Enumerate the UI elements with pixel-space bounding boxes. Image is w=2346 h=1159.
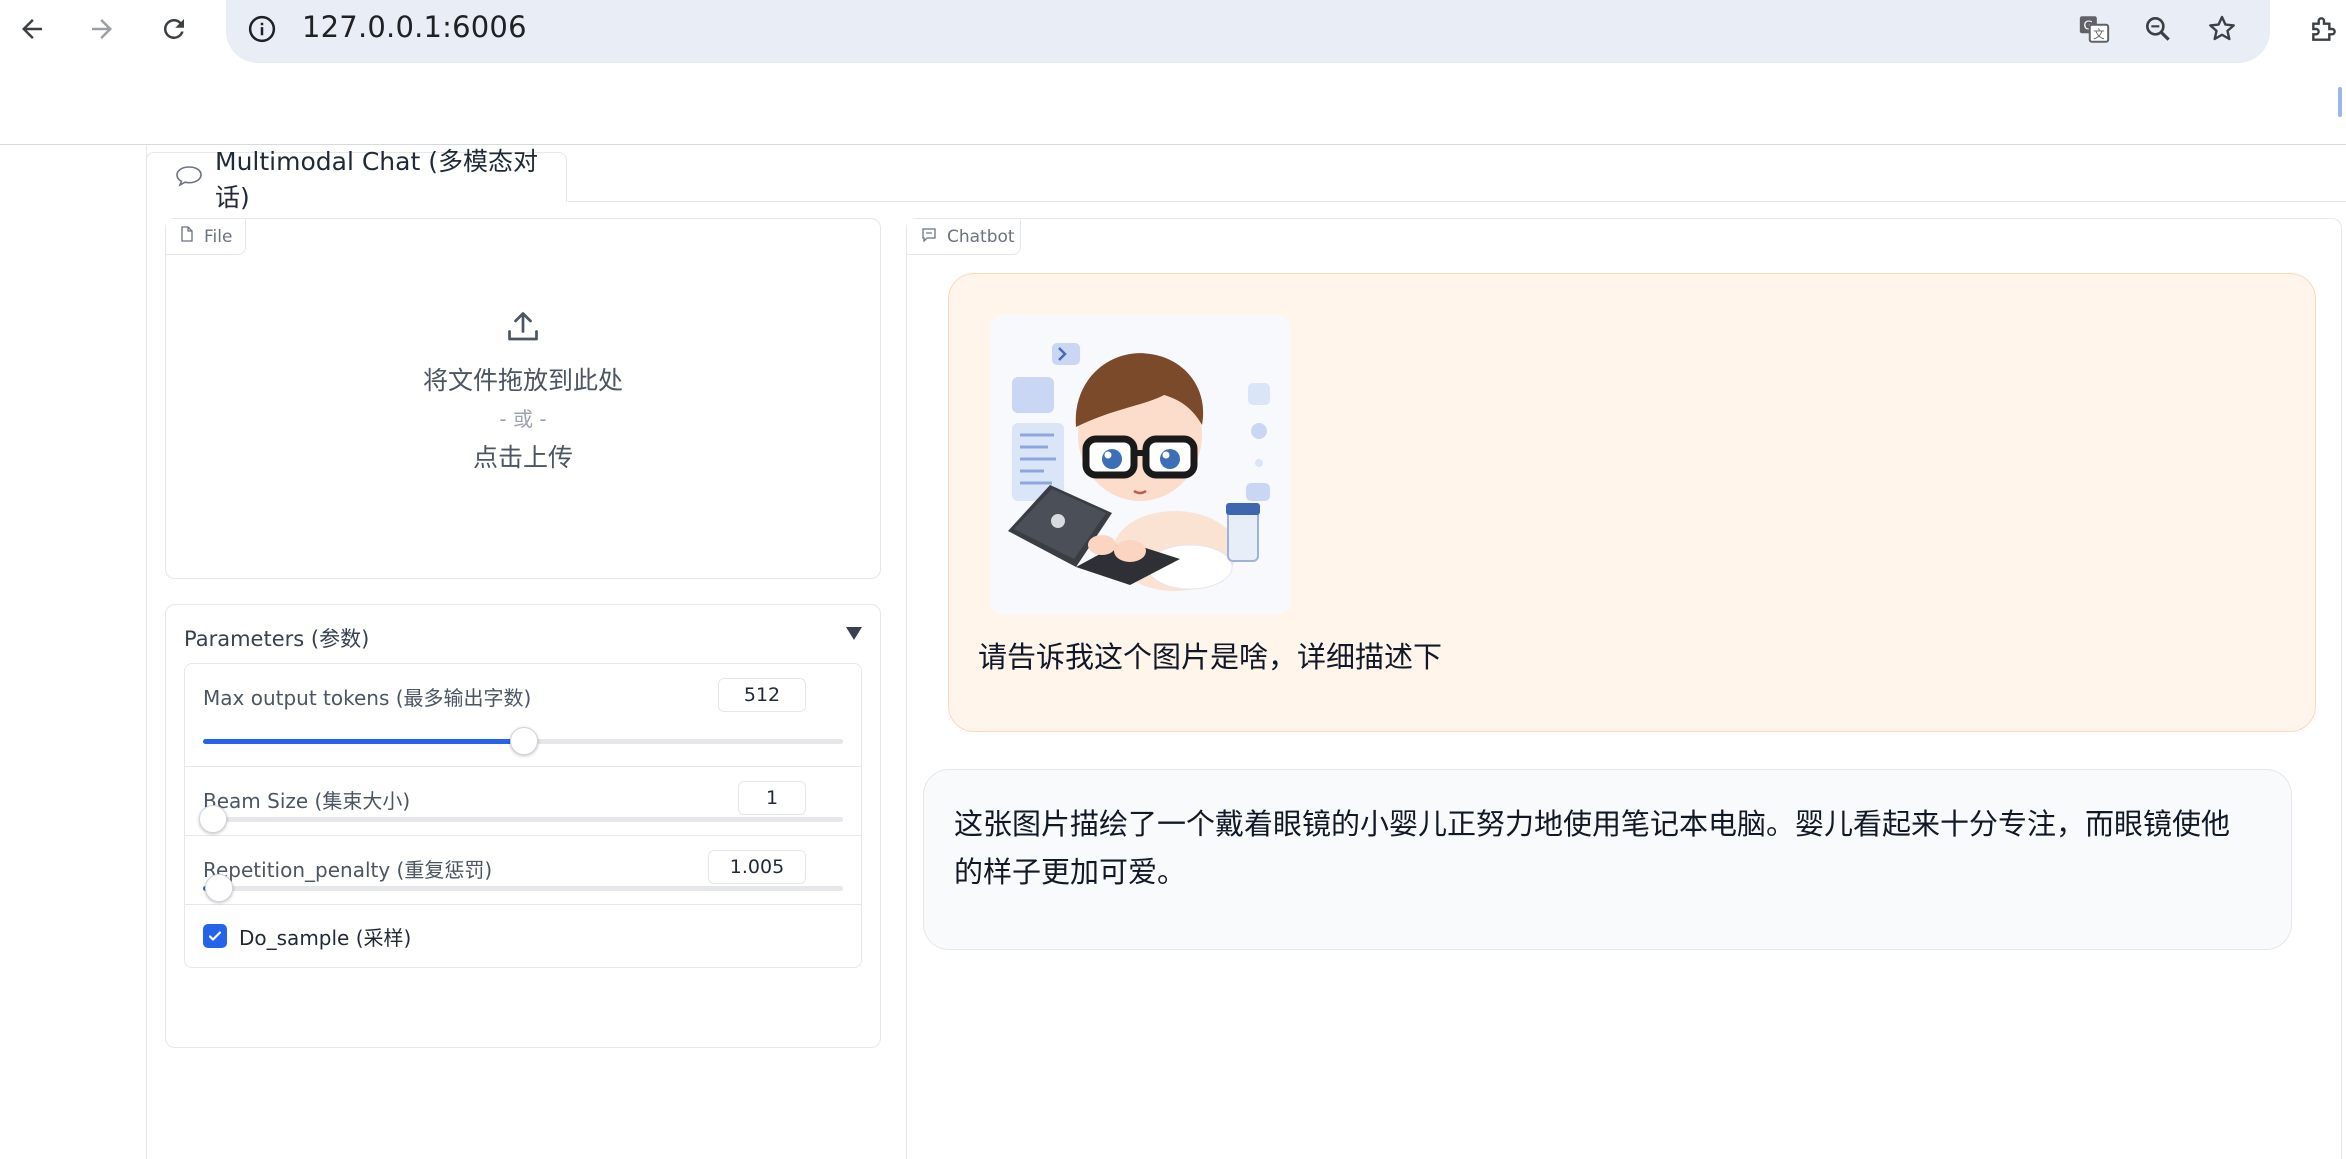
- max-tokens-slider-fill: [203, 739, 523, 744]
- reload-icon[interactable]: [150, 5, 198, 53]
- max-tokens-slider-thumb[interactable]: [510, 727, 538, 755]
- upload-dropzone[interactable]: 将文件拖放到此处 - 或 - 点击上传: [166, 309, 880, 474]
- repetition-penalty-slider-thumb[interactable]: [205, 874, 234, 902]
- do-sample-label[interactable]: Do_sample (采样): [239, 922, 411, 951]
- chat-bubble-icon: [175, 165, 203, 191]
- do-sample-checkbox[interactable]: [203, 924, 227, 948]
- do-sample-control[interactable]: Do_sample (采样): [185, 905, 861, 967]
- user-message-text: 请告诉我这个图片是啥，详细描述下: [978, 640, 1443, 674]
- tab-strip-divider: [568, 201, 2346, 202]
- zoom-icon[interactable]: [2134, 5, 2182, 53]
- beam-size-slider[interactable]: [199, 805, 843, 833]
- bookmark-star-icon[interactable]: [2198, 5, 2246, 53]
- beam-size-control: Beam Size (集束大小) 1: [185, 767, 861, 836]
- upload-click-text[interactable]: 点击上传: [166, 438, 880, 474]
- repetition-penalty-input[interactable]: 1.005: [708, 850, 806, 884]
- parameters-accordion: Parameters (参数) Max output tokens (最多输出字…: [165, 604, 881, 1048]
- address-bar[interactable]: [226, 0, 2270, 63]
- svg-text:文: 文: [2093, 27, 2104, 41]
- beam-size-slider-thumb[interactable]: [199, 805, 227, 833]
- uploaded-image[interactable]: [990, 315, 1290, 615]
- max-tokens-slider[interactable]: [203, 727, 843, 755]
- collapse-caret-icon[interactable]: [846, 627, 862, 640]
- beam-size-label: Beam Size (集束大小): [203, 789, 411, 813]
- max-tokens-label: Max output tokens (最多输出字数): [203, 686, 532, 710]
- repetition-penalty-label: Repetition_penalty (重复惩罚): [203, 858, 493, 882]
- forward-arrow-icon[interactable]: [78, 5, 126, 53]
- tab-multimodal-chat[interactable]: Multimodal Chat (多模态对话): [146, 147, 567, 212]
- block-label-text: File: [204, 226, 233, 247]
- max-tokens-control: Max output tokens (最多输出字数) 512: [185, 664, 861, 767]
- upload-drop-text: 将文件拖放到此处: [422, 366, 623, 395]
- block-label-text: Chatbot: [947, 226, 1015, 247]
- parameters-group: Max output tokens (最多输出字数) 512 Beam Size…: [184, 663, 862, 968]
- max-tokens-input[interactable]: 512: [718, 678, 806, 712]
- translate-icon[interactable]: G文: [2070, 5, 2118, 53]
- block-label-chatbot: Chatbot: [907, 219, 1021, 255]
- url-text[interactable]: 127.0.0.1:6006: [302, 10, 527, 44]
- site-info-icon[interactable]: [238, 5, 286, 53]
- extensions-icon[interactable]: [2300, 5, 2346, 53]
- parameters-title[interactable]: Parameters (参数): [184, 623, 369, 653]
- upload-or-text: - 或 -: [499, 407, 547, 431]
- repetition-penalty-control: Repetition_penalty (重复惩罚) 1.005: [185, 836, 861, 905]
- block-label-file: File: [166, 219, 246, 255]
- bot-message-text: 这张图片描绘了一个戴着眼镜的小婴儿正努力地使用笔记本电脑。婴儿看起来十分专注，而…: [954, 807, 2231, 889]
- back-arrow-icon[interactable]: [8, 5, 56, 53]
- scrollbar-thumb[interactable]: [2338, 87, 2342, 117]
- beam-size-input[interactable]: 1: [738, 781, 806, 815]
- tab-label: Multimodal Chat (多模态对话): [215, 146, 538, 212]
- file-upload-block[interactable]: File 将文件拖放到此处 - 或 - 点击上传: [165, 218, 881, 579]
- repetition-penalty-slider[interactable]: [203, 874, 843, 902]
- chat-icon: [921, 227, 937, 247]
- upload-icon: [166, 309, 880, 349]
- file-icon: [180, 226, 194, 247]
